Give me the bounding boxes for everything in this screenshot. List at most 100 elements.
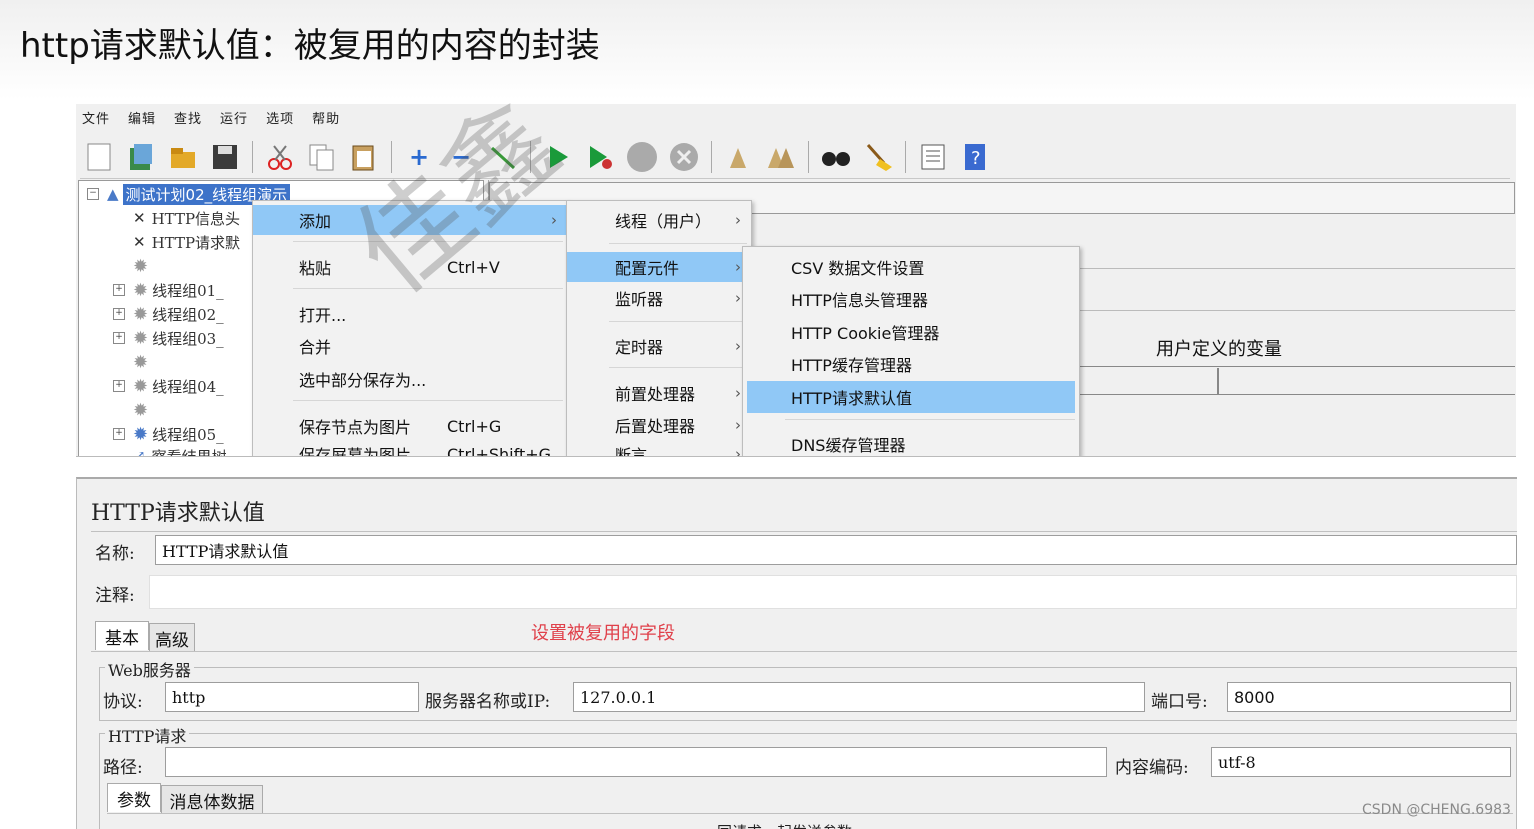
submenu-item-timer[interactable]: 定时器 › [567,331,751,361]
copy-icon[interactable] [303,138,341,176]
tab-parameters[interactable]: 参数 [107,783,161,812]
tab-basic[interactable]: 基本 [95,621,149,650]
comment-label: 注释: [95,586,135,606]
toolbar-separator [711,141,712,173]
config-item-dns-cache[interactable]: DNS缓存管理器 [743,429,1079,456]
submenu-item-post-processor[interactable]: 后置处理器 › [567,410,751,440]
submenu-item-listener[interactable]: 监听器 › [567,283,751,313]
menu-options[interactable]: 选项 [266,108,294,130]
start-icon[interactable] [539,138,577,176]
tree-item[interactable]: ✕ HTTP请求默 [133,231,240,253]
save-icon[interactable] [206,138,244,176]
clear-icon[interactable] [720,138,758,176]
help-icon[interactable]: ? [956,138,994,176]
tab-advanced[interactable]: 高级 [149,623,195,652]
gear-icon: ✹ [133,279,149,301]
port-field[interactable]: 8000 [1227,682,1511,712]
collapse-toggle[interactable]: − [87,188,99,200]
tab-body-data[interactable]: 消息体数据 [161,785,263,814]
protocol-field[interactable]: http [165,682,419,712]
clear-all-icon[interactable] [762,138,800,176]
menu-item-label: HTTP请求默认值 [791,389,912,408]
path-field[interactable] [165,747,1107,777]
expand-icon[interactable]: + [400,138,438,176]
paste-icon[interactable] [345,138,383,176]
menu-separator [293,241,563,242]
tree-item[interactable]: ✹ [133,399,152,421]
new-icon[interactable] [80,138,118,176]
menu-item-merge[interactable]: 合并 [253,331,567,361]
expand-toggle[interactable]: + [113,332,125,344]
config-item-cookie-manager[interactable]: HTTP Cookie管理器 [743,317,1079,347]
toolbar-separator [252,141,253,173]
menu-item-label: 粘贴 [299,259,332,278]
menu-separator [609,367,747,368]
expand-toggle[interactable]: + [113,380,125,392]
expand-toggle[interactable]: + [113,284,125,296]
submenu-item-config-element[interactable]: 配置元件 › [567,252,751,282]
menu-run[interactable]: 运行 [220,108,248,130]
name-field[interactable]: HTTP请求默认值 [155,535,1517,565]
collapse-icon[interactable]: − [442,138,480,176]
menu-edit[interactable]: 编辑 [128,108,156,130]
submenu-item-threads[interactable]: 线程（用户） › [567,205,751,235]
menu-separator [609,243,747,244]
jmeter-window: 文件 编辑 查找 运行 选项 帮助 + − ? − ▲ 测试计划02_线程组演示… [76,104,1516,457]
tree-item-label: HTTP请求默 [151,233,241,252]
menu-item-label: 断言 [615,446,648,457]
tree-item[interactable]: + ✹ 线程组04_ [113,375,224,397]
path-label: 路径: [103,758,143,778]
tree-item[interactable]: + ✹ 线程组01_ [113,279,224,301]
menu-item-label: 选中部分保存为... [299,371,427,390]
divider [91,651,1517,652]
submenu-item-pre-processor[interactable]: 前置处理器 › [567,378,751,408]
menu-search[interactable]: 查找 [174,108,202,130]
stop-icon[interactable] [623,138,661,176]
menu-item-open[interactable]: 打开... [253,299,567,329]
menu-help[interactable]: 帮助 [312,108,340,130]
tree-item[interactable]: ✹ [133,255,152,277]
wrench-icon: ✕ [133,233,146,251]
reset-search-icon[interactable] [859,138,897,176]
menu-item-paste[interactable]: 粘贴 Ctrl+V [253,252,567,282]
config-item-header-manager[interactable]: HTTP信息头管理器 [743,284,1079,314]
config-item-csv[interactable]: CSV 数据文件设置 [743,252,1079,282]
toolbar: + − ? [80,136,1510,179]
menu-item-save-selection[interactable]: 选中部分保存为... [253,364,567,394]
menu-item-shortcut: Ctrl+Shift+G [447,444,552,457]
divider [91,531,1517,532]
menu-item-label: 监听器 [615,290,664,309]
cut-icon[interactable] [261,138,299,176]
expand-toggle[interactable]: + [113,308,125,320]
submenu-item-assertion[interactable]: 断言 › [567,439,751,457]
toggle-icon[interactable] [484,138,522,176]
tree-item[interactable]: ✹ [133,351,152,373]
gear-icon: ✹ [133,327,149,349]
tree-item[interactable]: ✕ HTTP信息头 [133,207,240,229]
config-item-request-defaults[interactable]: HTTP请求默认值 [747,381,1075,413]
menu-item-save-node-image[interactable]: 保存节点为图片 Ctrl+G [253,411,567,441]
menu-item-add[interactable]: 添加 › [253,205,567,235]
comment-field[interactable] [149,575,1517,609]
svg-text:?: ? [971,148,981,169]
server-field[interactable]: 127.0.0.1 [573,682,1145,712]
http-request-legend: HTTP请求 [105,723,190,747]
search-icon[interactable] [817,138,855,176]
tree-item[interactable]: + ✹ 线程组02_ [113,303,224,325]
gear-icon: ✹ [133,399,149,421]
tree-item[interactable]: + ✹ 线程组03_ [113,327,224,349]
open-icon[interactable] [164,138,202,176]
config-item-cache-manager[interactable]: HTTP缓存管理器 [743,349,1079,379]
annotation-text: 设置被复用的字段 [531,623,675,644]
menu-item-save-screen-image[interactable]: 保存屏幕为图片 Ctrl+Shift+G [253,439,567,457]
templates-icon[interactable] [122,138,160,176]
encoding-field[interactable]: utf-8 [1211,747,1511,777]
gear-icon: ✹ [133,375,149,397]
menu-file[interactable]: 文件 [82,108,110,130]
shutdown-icon[interactable] [665,138,703,176]
tree-item[interactable]: + ✹ 线程组05_ [113,423,224,445]
expand-toggle[interactable]: + [113,428,125,440]
function-helper-icon[interactable] [914,138,952,176]
tree-item[interactable]: ↗ 察看结果树 [133,445,227,456]
start-no-timers-icon[interactable] [581,138,619,176]
